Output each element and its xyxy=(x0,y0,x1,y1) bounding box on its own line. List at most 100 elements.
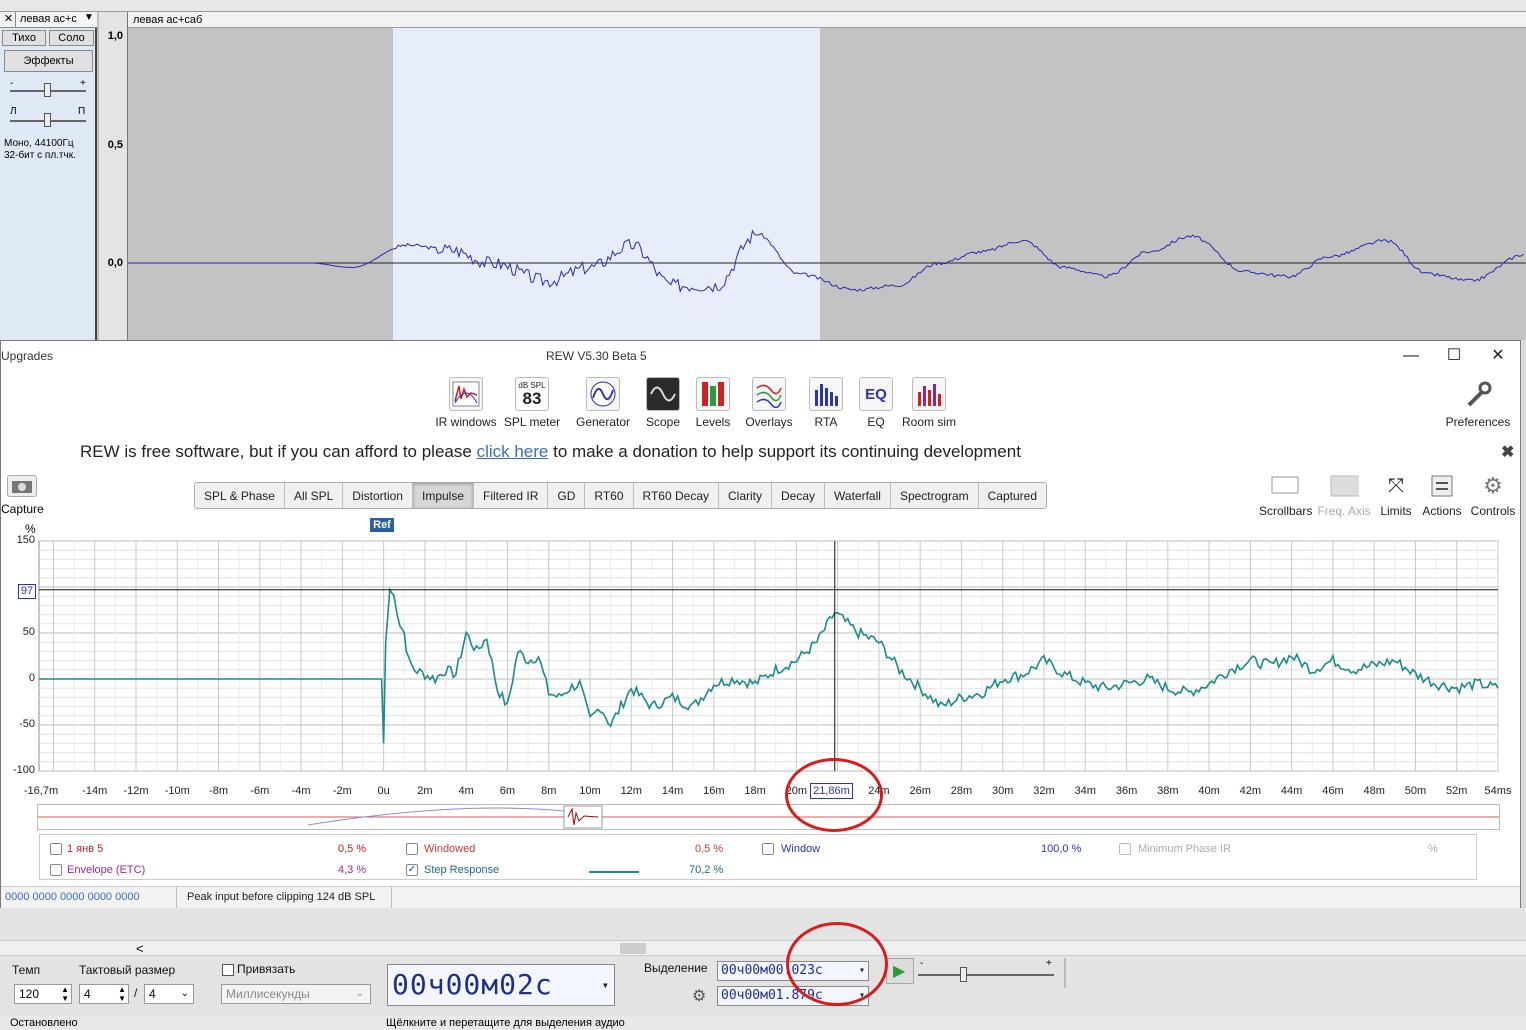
scroll-left-icon[interactable]: < xyxy=(136,941,144,956)
tool-levels[interactable]: Levels xyxy=(681,377,745,429)
tab-distortion[interactable]: Distortion xyxy=(343,483,413,508)
timesig-spinner-icon[interactable]: ▲ ▼ xyxy=(118,985,126,1003)
tab-spectrogram[interactable]: Spectrogram xyxy=(891,483,979,508)
maximize-icon[interactable]: ☐ xyxy=(1439,345,1469,367)
freq-axis-button[interactable]: Freq. Axis xyxy=(1317,473,1371,518)
y-tick-label: 150 xyxy=(16,534,35,546)
chevron-down-icon[interactable]: ▼ xyxy=(84,12,94,23)
track-name-row: ✕ левая ас+с ▼ xyxy=(0,12,97,28)
snap-label: Привязать xyxy=(237,962,296,976)
legend-window-value: 100,0 % xyxy=(1041,843,1082,855)
tool-preferences[interactable]: Preferences xyxy=(1441,377,1515,429)
tab-waterfall[interactable]: Waterfall xyxy=(825,483,891,508)
timesig-numerator[interactable]: 4 ▲ ▼ xyxy=(79,984,129,1004)
x-tick-label: 6m xyxy=(499,785,516,797)
gain-slider-handle[interactable] xyxy=(44,83,51,97)
x-tick-label: 4m xyxy=(458,785,474,797)
camera-icon[interactable] xyxy=(7,475,37,497)
checkbox-envelope[interactable] xyxy=(50,864,62,876)
legend-step-swatch xyxy=(589,871,639,873)
snap-unit-select[interactable]: Миллисекунды ⌄ xyxy=(221,984,371,1004)
overview-strip[interactable] xyxy=(37,804,1500,830)
chevron-down-icon[interactable]: ⌄ xyxy=(181,985,189,1003)
legend-envelope-value: 4,3 % xyxy=(338,864,367,876)
tab-filtered-ir[interactable]: Filtered IR xyxy=(474,483,549,508)
minimize-icon[interactable]: — xyxy=(1396,345,1426,367)
legend-measurement-name: 1 янв 5 xyxy=(67,843,104,855)
tab-decay[interactable]: Decay xyxy=(772,483,826,508)
tab-captured[interactable]: Captured xyxy=(979,483,1046,508)
tool-ir-windows[interactable]: IR windows xyxy=(434,377,498,429)
checkbox-min-phase[interactable] xyxy=(1119,843,1131,855)
checkbox-measurement[interactable] xyxy=(50,843,62,855)
x-tick-label: -4m xyxy=(291,785,311,797)
chevron-down-icon[interactable]: ▾ xyxy=(602,965,610,1005)
capture-label[interactable]: Capture xyxy=(1,502,44,516)
timesig-denominator[interactable]: 4 ⌄ xyxy=(144,984,194,1004)
waveform-area[interactable] xyxy=(128,28,1526,340)
legend-step-name: Step Response xyxy=(424,864,500,876)
tool-overlays[interactable]: Overlays xyxy=(737,377,801,429)
play-button[interactable]: ▶ xyxy=(886,958,914,984)
track-name-dropdown[interactable]: левая ас+с xyxy=(20,13,77,25)
tab-rt60-decay[interactable]: RT60 Decay xyxy=(634,483,719,508)
impulse-graph[interactable]: % 150 50 0 -50 -100 -16,7m -14m -12m -10m -8m -6m… xyxy=(1,518,1520,830)
close-icon[interactable]: ✕ xyxy=(1483,345,1513,367)
speed-handle[interactable] xyxy=(960,967,967,982)
checkbox-windowed[interactable] xyxy=(406,843,418,855)
tool-spl-meter[interactable]: dB SPL 83 SPL meter xyxy=(500,377,564,429)
tool-eq-label: EQ xyxy=(867,415,885,429)
waveform-trace xyxy=(128,229,1524,293)
actions-button[interactable]: Actions xyxy=(1421,473,1463,518)
chevron-down-icon[interactable]: ⌄ xyxy=(356,985,364,1003)
eq-glyph: EQ xyxy=(865,385,887,403)
gear-icon[interactable]: ⚙ xyxy=(692,986,706,1006)
checkbox-window[interactable] xyxy=(762,843,774,855)
tool-generator-label: Generator xyxy=(575,415,631,429)
scrollbars-button[interactable]: Scrollbars xyxy=(1259,473,1313,518)
horizontal-scrollbar[interactable]: < xyxy=(0,940,1526,956)
effects-button[interactable]: Эффекты xyxy=(4,50,93,72)
donate-link[interactable]: click here xyxy=(477,442,549,461)
tab-gd[interactable]: GD xyxy=(548,483,586,508)
tempo-input[interactable]: 120 ▲ ▼ xyxy=(14,984,72,1004)
audio-position-display[interactable]: 00ч00м02с ▾ xyxy=(387,964,615,1006)
ref-marker[interactable]: Ref xyxy=(370,518,394,532)
tab-impulse[interactable]: Impulse xyxy=(412,483,475,508)
annotation-circle-cursor xyxy=(785,758,883,832)
snap-unit-value: Миллисекунды xyxy=(226,987,310,1001)
controls-button[interactable]: ⚙ Controls xyxy=(1469,473,1517,519)
tool-room-sim[interactable]: Room sim xyxy=(897,377,961,429)
tempo-spinner-icon[interactable]: ▲ ▼ xyxy=(61,985,69,1003)
pan-slider-handle[interactable] xyxy=(44,113,51,127)
mute-button[interactable]: Тихо xyxy=(2,30,46,46)
legend-envelope-name: Envelope (ETC) xyxy=(67,864,146,876)
y-tick-label: -50 xyxy=(19,718,35,730)
scroll-thumb[interactable] xyxy=(620,943,646,954)
close-banner-icon[interactable]: ✖ xyxy=(1501,442,1514,462)
pan-left-label: Л xyxy=(10,106,17,117)
playback-speed-slider[interactable]: - + xyxy=(918,958,1058,986)
tab-spl-phase[interactable]: SPL & Phase xyxy=(195,483,285,508)
ir-windows-icon xyxy=(449,377,483,411)
legend-minphase-value: % xyxy=(1428,843,1438,855)
x-tick-label: 12m xyxy=(620,785,642,797)
close-track-icon[interactable]: ✕ xyxy=(2,12,16,27)
overview-svg xyxy=(38,805,1499,829)
solo-button[interactable]: Соло xyxy=(49,30,94,46)
upgrades-menu[interactable]: Upgrades xyxy=(1,349,53,363)
scrollbars-label: Scrollbars xyxy=(1259,504,1313,518)
tab-rt60[interactable]: RT60 xyxy=(585,483,634,508)
limits-button[interactable]: ⤧ Limits xyxy=(1377,473,1415,518)
tab-all-spl[interactable]: All SPL xyxy=(285,483,344,508)
x-tick-label: 52m xyxy=(1446,785,1468,797)
checkbox-step-response[interactable]: ✓ xyxy=(406,864,418,876)
gear-glyph: ⚙ xyxy=(1483,473,1503,498)
y-tick-label: 50 xyxy=(22,626,35,638)
speed-track xyxy=(918,974,1054,976)
snap-checkbox[interactable] xyxy=(222,964,234,976)
tab-clarity[interactable]: Clarity xyxy=(719,483,773,508)
tool-generator[interactable]: Generator xyxy=(571,377,635,429)
levels-icon xyxy=(696,377,730,411)
timeline-ruler[interactable] xyxy=(0,0,1526,12)
